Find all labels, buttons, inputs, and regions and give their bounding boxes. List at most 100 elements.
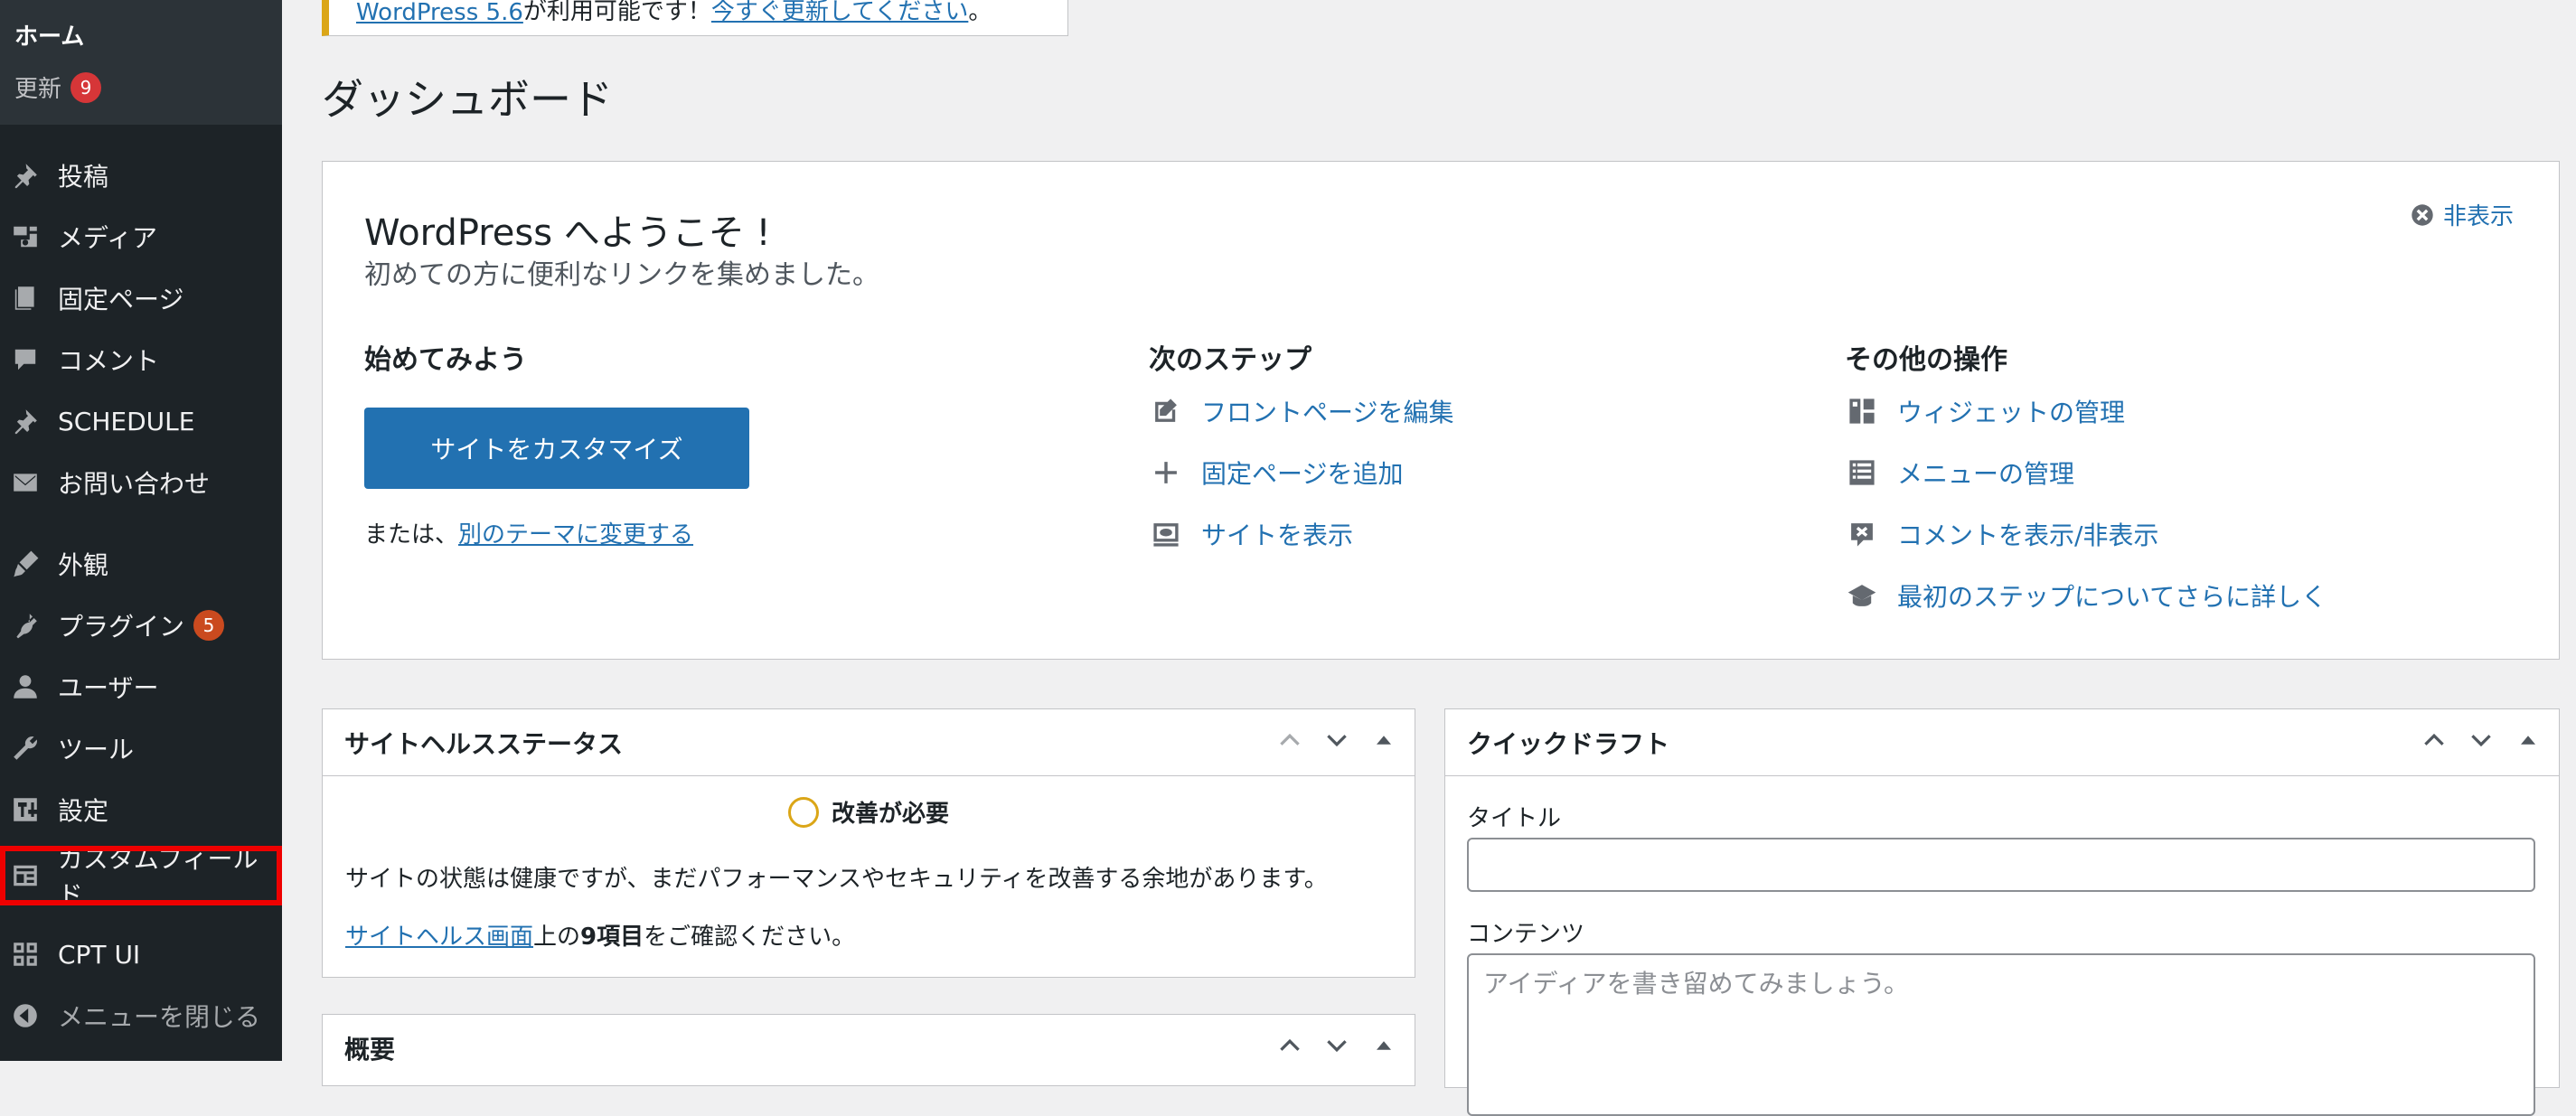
sidebar-item-custom-fields[interactable]: カスタムフィールド [0,844,282,910]
welcome-panel: WordPress へようこそ ! 初めての方に便利なリンクを集めました。 非表… [322,161,2560,660]
sidebar-item-appearance[interactable]: 外観 [0,539,282,589]
widget-header: クイックドラフト [1445,709,2559,776]
sidebar-item-label: プラグイン [58,612,185,642]
manage-menus-link[interactable]: メニューの管理 [1845,455,2074,491]
sidebar-item-label: お問い合わせ [58,469,211,499]
widget-header: サイトヘルスステータス [323,709,1415,776]
close-circle-icon [2411,203,2433,226]
manage-widgets-link[interactable]: ウィジェットの管理 [1845,393,2125,429]
sidebar-item-comments[interactable]: コメント [0,334,282,385]
move-down-icon[interactable] [2467,726,2496,755]
mail-icon [9,466,42,499]
grid-icon [9,938,42,971]
move-up-icon[interactable] [1275,1031,1304,1060]
draft-title-input[interactable] [1467,838,2535,892]
sidebar-item-label: メニューを閉じる [58,1002,261,1032]
move-up-icon[interactable] [1275,726,1304,755]
sidebar-item-label: CPT UI [58,939,141,970]
draft-content-textarea[interactable]: アイディアを書き留めてみましょう。 [1467,953,2535,1116]
sidebar-item-label: ユーザー [58,673,159,703]
notice-end: 。 [968,0,992,25]
edit-page-icon [1149,394,1183,428]
view-site-link[interactable]: サイトを表示 [1149,516,1353,552]
brush-icon [9,548,42,580]
admin-sidebar: ホーム 更新 9 投稿 メディア 固定ページ コメント SCHEDULE お問い… [0,0,282,1061]
widget-title: クイックドラフト [1467,728,1670,759]
sidebar-item-pages[interactable]: 固定ページ [0,273,282,324]
link-label: 固定ページを追加 [1201,459,1404,489]
toggle-panel-icon[interactable] [2514,726,2543,755]
toggle-panel-icon[interactable] [1369,1031,1398,1060]
sidebar-item-media[interactable]: メディア [0,211,282,262]
dismiss-button[interactable]: 非表示 [2411,198,2514,231]
draft-title-label: タイトル [1467,805,1562,832]
change-theme-text: または、別のテーマに変更する [364,516,693,549]
comment-toggle-icon [1845,517,1879,551]
quick-draft-widget: クイックドラフト タイトル コンテンツ アイディアを書き留めてみましょう。 [1444,708,2560,1116]
change-theme-link[interactable]: 別のテーマに変更する [458,521,693,549]
collapse-menu-button[interactable]: メニューを閉じる [0,990,282,1041]
wrench-icon [9,732,42,764]
sidebar-item-contact[interactable]: お問い合わせ [0,457,282,508]
sidebar-item-tools[interactable]: ツール [0,723,282,774]
toggle-comments-link[interactable]: コメントを表示/非表示 [1845,516,2158,552]
pin-icon [9,159,42,192]
update-now-link[interactable]: 今すぐ更新してください [711,0,968,26]
widget-title: 概要 [344,1035,396,1064]
draft-content-label: コンテンツ [1467,921,1585,948]
media-icon [9,220,42,253]
edit-front-page-link[interactable]: フロントページを編集 [1149,393,1453,429]
link-label: 最初のステップについてさらに詳しく [1897,582,2327,612]
sidebar-item-users[interactable]: ユーザー [0,661,282,712]
health-suffix-before: 上の [533,924,581,951]
status-label: 改善が必要 [831,801,949,828]
sidebar-item-posts[interactable]: 投稿 [0,150,282,201]
plus-icon [1149,455,1183,490]
link-label: メニューの管理 [1897,459,2075,489]
health-suffix-after: をご確認ください。 [644,924,856,951]
sidebar-item-cpt-ui[interactable]: CPT UI [0,929,282,980]
health-description: サイトの状態は健康ですが、まだパフォーマンスやセキュリティを改善する余地がありま… [345,866,1328,893]
widget-controls [1275,726,1398,755]
sidebar-item-home[interactable]: ホーム [14,18,84,52]
get-started-heading: 始めてみよう [364,344,527,376]
comment-icon [9,343,42,376]
sidebar-item-label: コメント [58,346,160,376]
welcome-title: WordPress へようこそ ! [364,212,771,254]
widget-title: サイトヘルスステータス [344,728,624,759]
plugin-icon [9,609,42,642]
page-icon [9,282,42,314]
sidebar-item-schedule[interactable]: SCHEDULE [0,396,282,446]
move-down-icon[interactable] [1322,726,1351,755]
learn-more-link[interactable]: 最初のステップについてさらに詳しく [1845,577,2327,614]
notice-text: が利用可能です！ [522,0,711,25]
sidebar-item-plugins[interactable]: プラグイン 5 [0,600,282,651]
view-site-icon [1149,517,1183,551]
user-icon [9,671,42,703]
next-steps-heading: 次のステップ [1149,344,1312,376]
sidebar-item-label: メディア [58,223,158,253]
welcome-subtitle: 初めての方に便利なリンクを集めました。 [364,259,879,291]
dashboard-submenu: ホーム 更新 9 [0,0,282,125]
pin-icon [9,405,42,437]
customize-site-button[interactable]: サイトをカスタマイズ [364,408,749,489]
settings-icon [9,793,42,826]
sidebar-item-label: 投稿 [58,162,109,192]
sidebar-item-update[interactable]: 更新 9 [14,70,102,104]
sidebar-item-label: カスタムフィールド [57,844,259,910]
site-health-link[interactable]: サイトヘルス画面 [345,924,533,951]
move-up-icon[interactable] [2420,726,2449,755]
sidebar-item-label: 更新 [14,76,62,103]
wordpress-version-link[interactable]: WordPress 5.6 [356,0,523,26]
sidebar-item-settings[interactable]: 設定 [0,784,282,835]
move-down-icon[interactable] [1322,1031,1351,1060]
sidebar-item-label: 設定 [58,796,109,826]
page-title: ダッシュボード [322,75,613,124]
graduation-cap-icon [1845,578,1879,613]
more-actions-heading: その他の操作 [1845,344,2007,376]
link-label: フロントページを編集 [1201,398,1454,427]
status-ring-icon [787,796,819,828]
add-page-link[interactable]: 固定ページを追加 [1149,455,1403,491]
toggle-panel-icon[interactable] [1369,726,1398,755]
widget-controls [1275,1031,1398,1060]
